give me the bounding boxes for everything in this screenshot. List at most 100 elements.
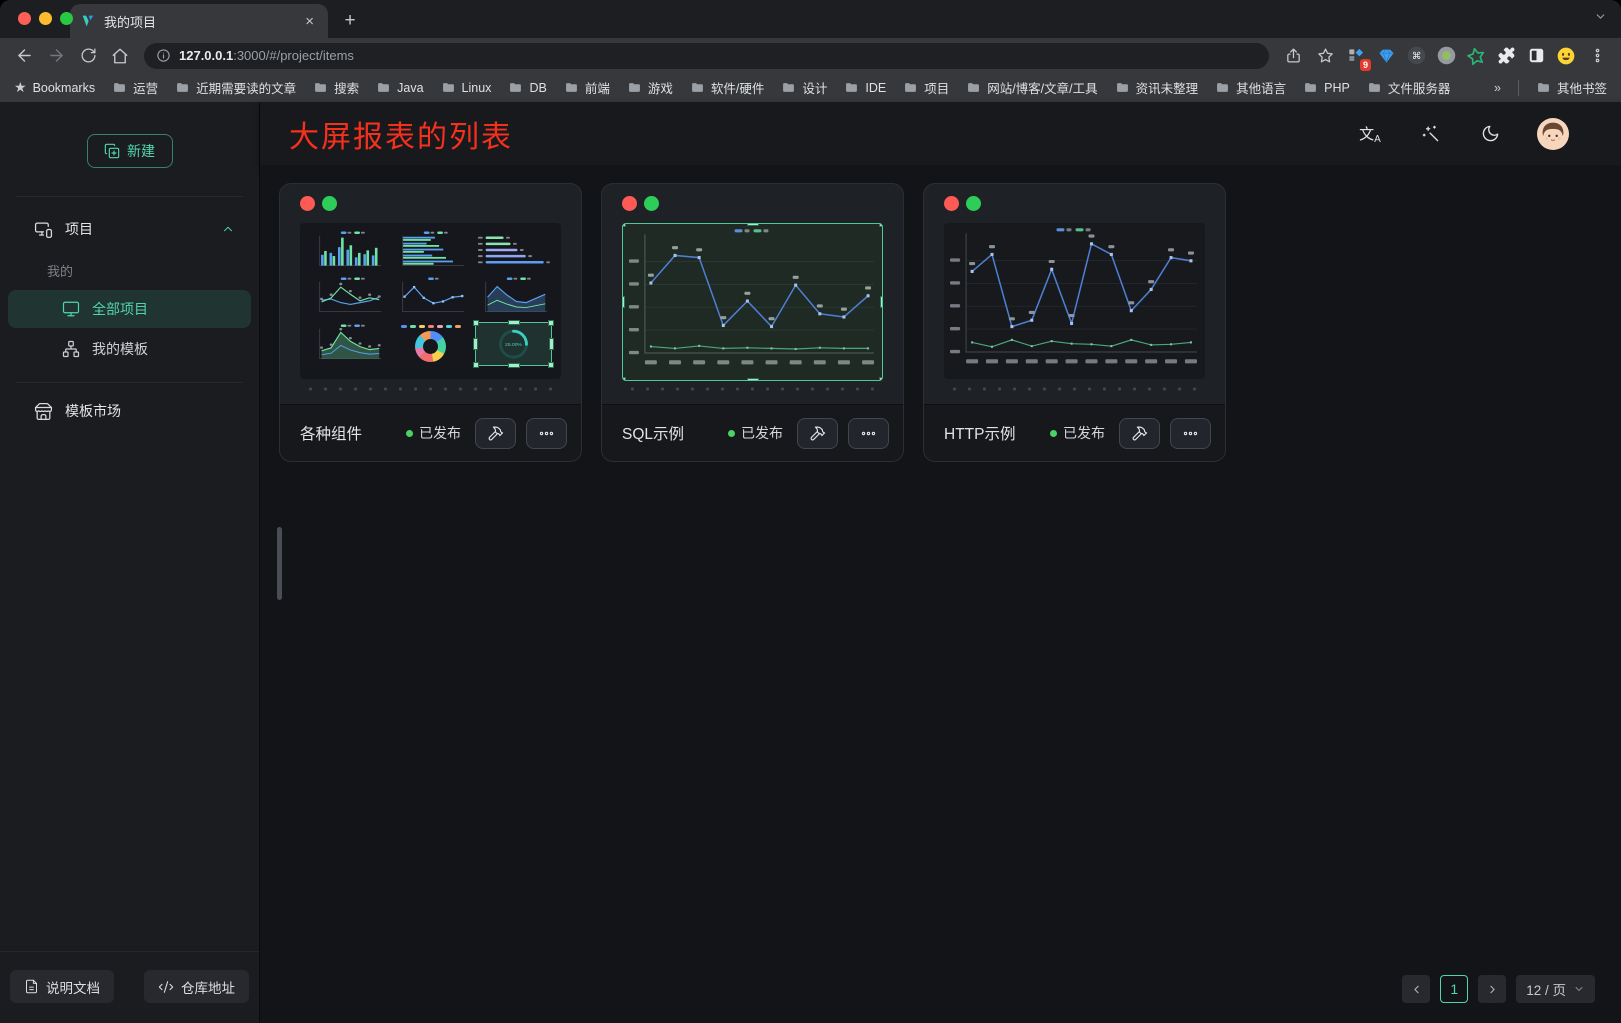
selection-handle[interactable] bbox=[622, 377, 626, 381]
command-glyph: ⌘ bbox=[1411, 51, 1421, 62]
bookmark-folder[interactable]: 前端 bbox=[564, 78, 610, 97]
extensions-puzzle-icon[interactable] bbox=[1493, 43, 1519, 69]
prev-page-button[interactable] bbox=[1402, 975, 1430, 1003]
selection-handle[interactable] bbox=[508, 363, 520, 368]
new-project-button[interactable]: 新建 bbox=[87, 134, 173, 168]
extension-star-icon[interactable] bbox=[1463, 43, 1489, 69]
project-card[interactable]: 25.00% 各种组件 已发布 bbox=[279, 183, 582, 462]
bookmarks-overflow-chevron[interactable]: » bbox=[1494, 81, 1501, 95]
sidebar-item-my-templates[interactable]: 我的模板 bbox=[8, 330, 251, 368]
repo-button[interactable]: 仓库地址 bbox=[144, 970, 249, 1003]
project-thumbnail[interactable]: 25.00% bbox=[300, 223, 561, 379]
next-page-button[interactable] bbox=[1478, 975, 1506, 1003]
current-page[interactable]: 1 bbox=[1440, 975, 1468, 1003]
bookmark-folder[interactable]: 近期需要读的文章 bbox=[175, 78, 296, 97]
mini-line-chart-single bbox=[393, 276, 468, 318]
extension-grid-icon[interactable]: 9 bbox=[1343, 43, 1369, 69]
mac-minimize-button[interactable] bbox=[39, 12, 52, 25]
edit-project-button[interactable] bbox=[1119, 418, 1160, 449]
bookmark-folder[interactable]: 搜索 bbox=[313, 78, 359, 97]
browser-tab[interactable]: 我的项目 × bbox=[70, 4, 328, 38]
selection-handle[interactable] bbox=[747, 223, 759, 226]
page-size-select[interactable]: 12 / 页 bbox=[1516, 975, 1595, 1003]
more-actions-button[interactable] bbox=[1170, 418, 1211, 449]
bookmarks-divider bbox=[1518, 80, 1519, 96]
forward-button[interactable] bbox=[42, 42, 70, 70]
bookmark-folder[interactable]: 设计 bbox=[781, 78, 827, 97]
sidebar-item-all-projects[interactable]: 全部项目 bbox=[8, 290, 251, 328]
folder-icon bbox=[1367, 81, 1382, 94]
bookmarks-manager[interactable]: ★ Bookmarks bbox=[14, 79, 95, 96]
tab-close-icon[interactable]: × bbox=[301, 12, 318, 31]
share-icon[interactable] bbox=[1279, 42, 1307, 70]
edit-project-button[interactable] bbox=[475, 418, 516, 449]
language-icon[interactable]: 文A bbox=[1357, 121, 1383, 147]
dotted-separator bbox=[302, 387, 559, 391]
more-actions-button[interactable] bbox=[848, 418, 889, 449]
back-button[interactable] bbox=[10, 42, 38, 70]
chevron-up-icon[interactable] bbox=[221, 222, 235, 236]
selection-handle[interactable] bbox=[473, 320, 479, 326]
page-title: 大屏报表的列表 bbox=[289, 112, 1357, 156]
status-dot bbox=[728, 430, 735, 437]
selection-handle[interactable] bbox=[549, 338, 554, 350]
selection-handle[interactable] bbox=[880, 296, 883, 308]
user-avatar[interactable] bbox=[1537, 118, 1569, 150]
mac-zoom-button[interactable] bbox=[60, 12, 73, 25]
selection-handle[interactable] bbox=[473, 338, 478, 350]
selection-handle[interactable] bbox=[473, 362, 479, 368]
magic-wand-icon[interactable] bbox=[1417, 121, 1443, 147]
scrollbar-thumb[interactable] bbox=[277, 527, 282, 600]
bookmark-folder[interactable]: 项目 bbox=[903, 78, 949, 97]
extension-gem-icon[interactable] bbox=[1373, 43, 1399, 69]
home-button[interactable] bbox=[106, 42, 134, 70]
selection-handle[interactable] bbox=[747, 378, 759, 381]
card-footer: 各种组件 已发布 bbox=[280, 404, 581, 461]
selection-handle[interactable] bbox=[508, 320, 520, 325]
folder-icon bbox=[313, 81, 328, 94]
bookmark-folder[interactable]: DB bbox=[508, 81, 546, 95]
hammer-icon bbox=[487, 425, 504, 442]
bookmark-folder[interactable]: 软件/硬件 bbox=[690, 78, 764, 97]
project-thumbnail[interactable] bbox=[622, 223, 883, 381]
bookmark-folder[interactable]: 运营 bbox=[112, 78, 158, 97]
extension-emoji-icon[interactable] bbox=[1553, 43, 1579, 69]
project-thumbnail[interactable] bbox=[944, 223, 1205, 379]
other-bookmarks-folder[interactable]: 其他书签 bbox=[1536, 78, 1607, 97]
sidebar-item-template-market[interactable]: 模板市场 bbox=[0, 389, 259, 433]
bookmark-folder[interactable]: Linux bbox=[441, 81, 492, 95]
extension-command-icon[interactable]: ⌘ bbox=[1403, 43, 1429, 69]
bookmark-folder[interactable]: 网站/博客/文章/工具 bbox=[966, 78, 1097, 97]
docs-button[interactable]: 说明文档 bbox=[10, 970, 114, 1003]
selection-handle[interactable] bbox=[879, 377, 883, 381]
bookmark-folder[interactable]: IDE bbox=[844, 81, 886, 95]
browser-menu-icon[interactable] bbox=[1583, 42, 1611, 70]
bookmark-folder[interactable]: 其他语言 bbox=[1215, 78, 1286, 97]
bookmark-folder[interactable]: Java bbox=[376, 81, 423, 95]
donut-legend bbox=[401, 325, 461, 328]
sidebar-section-project[interactable]: 项目 bbox=[0, 207, 259, 251]
bookmark-folder[interactable]: 文件服务器 bbox=[1367, 78, 1451, 97]
site-info-icon[interactable] bbox=[156, 48, 171, 63]
bookmark-folder[interactable]: 游戏 bbox=[627, 78, 673, 97]
more-actions-button[interactable] bbox=[526, 418, 567, 449]
edit-project-button[interactable] bbox=[797, 418, 838, 449]
bookmark-folder[interactable]: 资讯未整理 bbox=[1115, 78, 1199, 97]
extension-record-icon[interactable] bbox=[1433, 43, 1459, 69]
reload-button[interactable] bbox=[74, 42, 102, 70]
project-card[interactable]: HTTP示例 已发布 bbox=[923, 183, 1226, 462]
address-bar[interactable]: 127.0.0.1:3000/#/project/items bbox=[144, 43, 1269, 69]
tab-overflow-chevron-icon[interactable] bbox=[1594, 10, 1607, 28]
project-card[interactable]: SQL示例 已发布 bbox=[601, 183, 904, 462]
selection-handle[interactable] bbox=[548, 362, 554, 368]
selection-handle[interactable] bbox=[622, 296, 625, 308]
bookmark-folder[interactable]: PHP bbox=[1303, 81, 1350, 95]
selection-handle[interactable] bbox=[548, 320, 554, 326]
extension-darkmode-icon[interactable] bbox=[1523, 43, 1549, 69]
mac-close-button[interactable] bbox=[18, 12, 31, 25]
new-tab-button[interactable]: + bbox=[336, 7, 364, 35]
dark-mode-moon-icon[interactable] bbox=[1477, 121, 1503, 147]
selection-handle[interactable] bbox=[622, 223, 626, 227]
bookmark-star-icon[interactable] bbox=[1311, 42, 1339, 70]
selection-handle[interactable] bbox=[879, 223, 883, 227]
